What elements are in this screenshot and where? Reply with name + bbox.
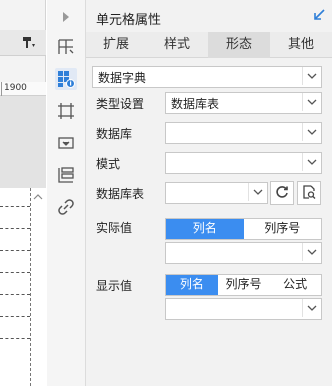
database-label: 数据库 bbox=[96, 127, 133, 141]
panel-title: 单元格属性 bbox=[96, 13, 162, 28]
database-select[interactable] bbox=[165, 122, 322, 144]
display-value-option-column-name[interactable]: 列名 bbox=[166, 275, 218, 295]
list-icon[interactable] bbox=[55, 164, 77, 186]
tab-form[interactable]: 形态 bbox=[208, 32, 270, 58]
format-painter-icon[interactable] bbox=[22, 36, 36, 50]
form-type-select[interactable]: 数据字典 bbox=[92, 66, 322, 88]
scroll-up-icon[interactable] bbox=[32, 192, 44, 204]
chevron-down-icon bbox=[248, 183, 267, 201]
actual-value-select[interactable] bbox=[165, 242, 322, 264]
widget-icon[interactable] bbox=[55, 132, 77, 154]
property-icon-bar bbox=[47, 0, 86, 386]
actual-value-label: 实际值 bbox=[96, 221, 133, 235]
collapse-arrow-icon[interactable] bbox=[312, 8, 326, 22]
ruler-value: 1900 bbox=[4, 83, 27, 93]
form-type-value: 数据字典 bbox=[98, 71, 147, 85]
type-setting-select[interactable]: 数据库表 bbox=[165, 92, 322, 114]
tab-expand[interactable]: 扩展 bbox=[86, 32, 146, 58]
type-setting-label: 类型设置 bbox=[96, 97, 145, 111]
display-value-select[interactable] bbox=[165, 298, 322, 320]
play-right-icon[interactable] bbox=[55, 6, 77, 28]
chevron-down-icon bbox=[302, 153, 321, 171]
tab-other[interactable]: 其他 bbox=[270, 32, 332, 58]
actual-value-toggle: 列名 列序号 bbox=[165, 218, 322, 240]
chevron-down-icon bbox=[302, 93, 321, 111]
refresh-icon bbox=[275, 185, 289, 202]
refresh-button[interactable] bbox=[270, 181, 294, 205]
display-value-option-column-index[interactable]: 列序号 bbox=[218, 275, 270, 295]
border-icon[interactable] bbox=[55, 100, 77, 122]
schema-label: 模式 bbox=[96, 157, 121, 171]
db-table-select[interactable] bbox=[165, 182, 268, 204]
canvas-area bbox=[0, 96, 46, 188]
column-ruler: 1900 bbox=[0, 82, 46, 96]
chevron-down-icon bbox=[302, 67, 321, 85]
schema-select[interactable] bbox=[165, 152, 322, 174]
display-value-option-formula[interactable]: 公式 bbox=[269, 275, 321, 295]
chevron-down-icon bbox=[302, 123, 321, 141]
preview-icon bbox=[302, 184, 316, 202]
hyperlink-icon[interactable] bbox=[55, 196, 77, 218]
merge-cells-icon[interactable] bbox=[55, 36, 77, 58]
preview-button[interactable] bbox=[297, 181, 321, 205]
panel-header: 单元格属性 bbox=[86, 0, 332, 32]
actual-value-option-column-index[interactable]: 列序号 bbox=[244, 219, 322, 239]
db-table-label: 数据库表 bbox=[96, 187, 145, 201]
display-value-toggle: 列名 列序号 公式 bbox=[165, 274, 322, 296]
grid-area[interactable] bbox=[0, 188, 46, 386]
tab-style[interactable]: 样式 bbox=[146, 32, 208, 58]
actual-value-option-column-name[interactable]: 列名 bbox=[166, 219, 244, 239]
type-setting-value: 数据库表 bbox=[171, 97, 220, 111]
report-editor-area: 1900 bbox=[0, 0, 46, 386]
display-value-label: 显示值 bbox=[96, 279, 133, 293]
chevron-down-icon bbox=[302, 299, 321, 317]
cell-attribute-icon[interactable] bbox=[55, 68, 77, 90]
property-tabs: 扩展 样式 形态 其他 bbox=[86, 32, 332, 58]
cell-attribute-panel: 单元格属性 扩展 样式 形态 其他 数据字典 类型设置 数据库表 数据库 模式 … bbox=[86, 0, 332, 386]
chevron-down-icon bbox=[302, 243, 321, 261]
